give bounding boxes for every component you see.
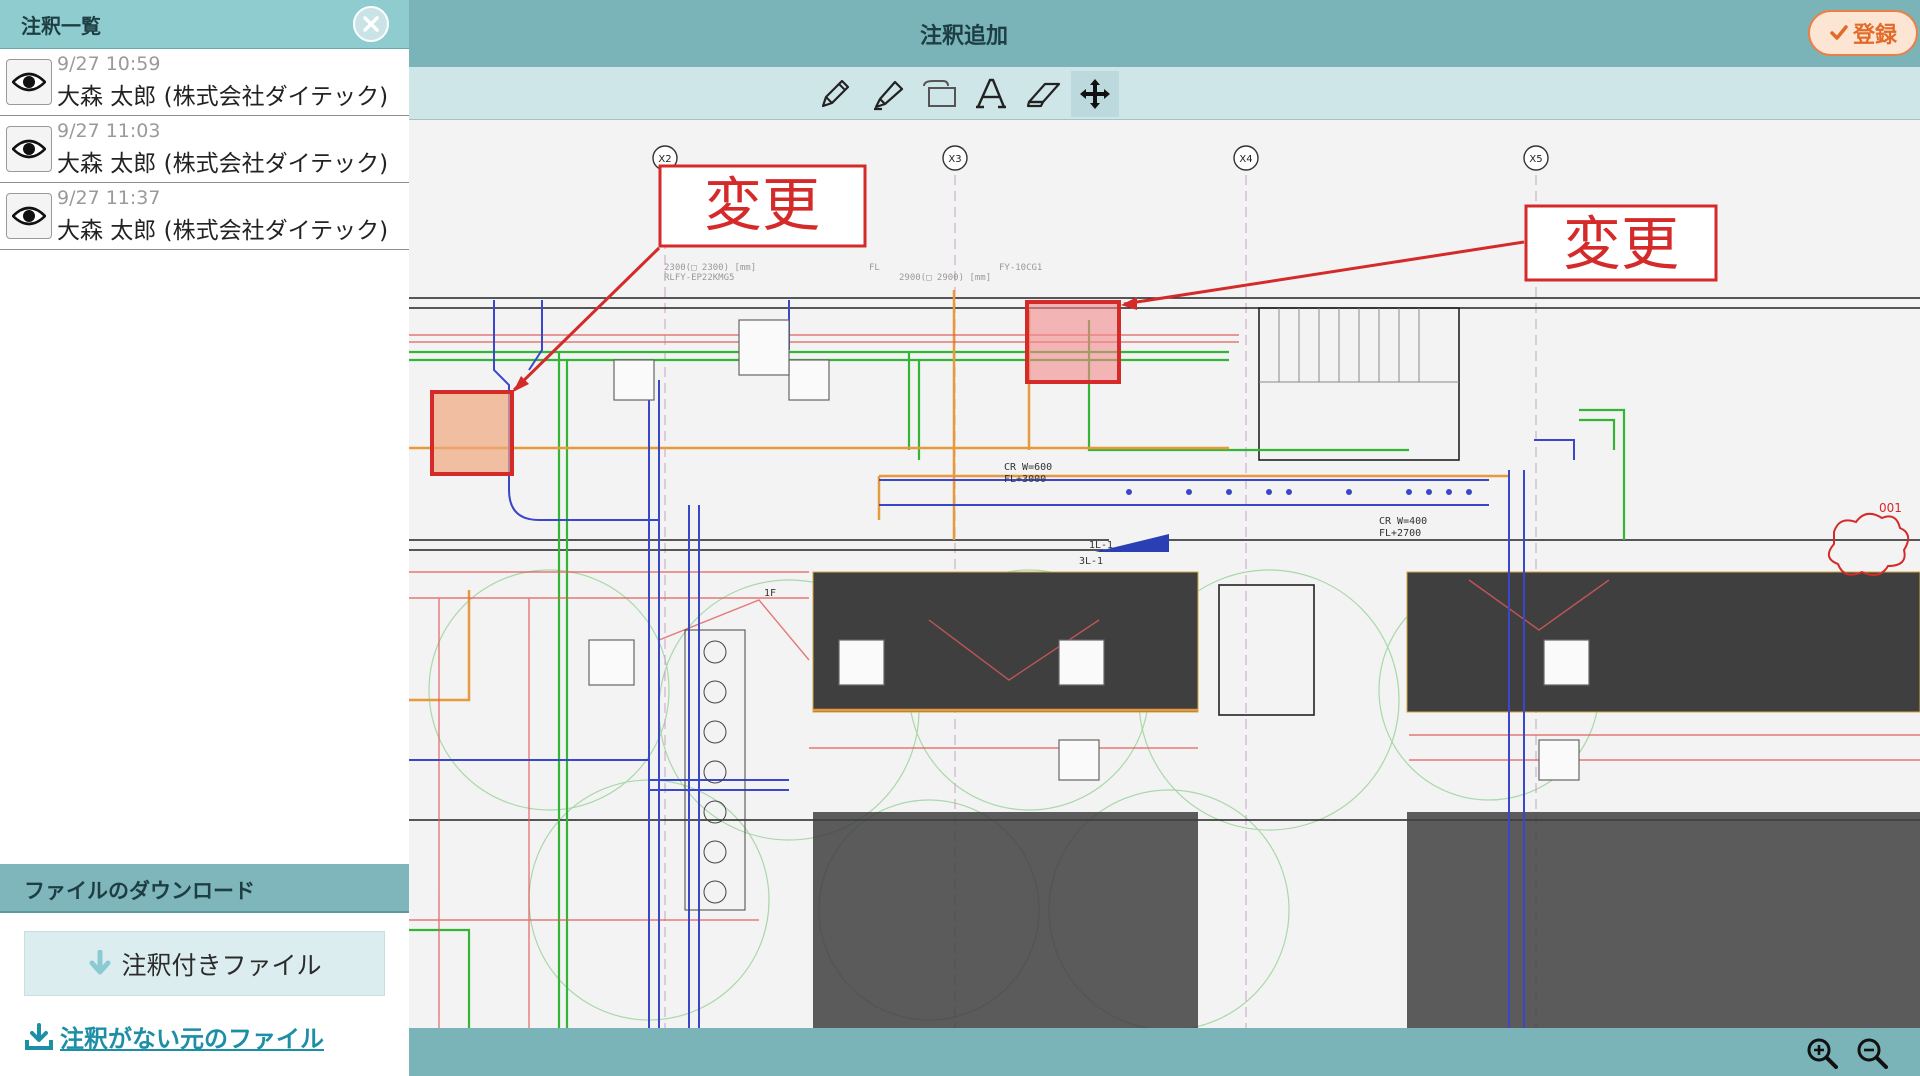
eye-icon — [12, 206, 46, 226]
close-circle-icon — [363, 16, 379, 32]
eraser-tool[interactable] — [1019, 71, 1067, 117]
zoom-out-icon — [1857, 1038, 1888, 1069]
annotation-author: 大森 太郎 (株式会社ダイテック) — [57, 151, 389, 177]
marker-tool[interactable] — [864, 71, 912, 117]
annotation-highlight-right[interactable] — [1025, 300, 1121, 384]
editor-header: 注釈追加 登録 — [409, 0, 1920, 67]
eye-button[interactable] — [6, 59, 52, 105]
plan-label: FY-10CG1 — [999, 263, 1042, 273]
annotation-list: 9/27 10:59 大森 太郎 (株式会社ダイテック) 9/27 11:03 … — [0, 49, 409, 250]
annotation-list-title: 注釈一覧 — [21, 14, 101, 38]
annotation-text: 変更 — [1563, 210, 1679, 278]
move-icon — [1080, 79, 1110, 109]
text-tool[interactable] — [967, 71, 1015, 117]
callout-tool[interactable] — [915, 71, 963, 117]
download-original-file-link[interactable]: 注釈がない元のファイル — [24, 1019, 324, 1054]
annotation-highlight-left[interactable] — [430, 390, 514, 476]
page-title: 注釈追加 — [919, 24, 1008, 49]
plan-label: CR W=400 — [1379, 516, 1427, 527]
annotation-editor: 注釈追加 登録 X2 X3 X4 X5 CR W=600 FL+3000 CR … — [409, 0, 1920, 1076]
revision-cloud — [1827, 512, 1910, 576]
grid-label-x5: X5 — [1529, 154, 1542, 165]
download-annotated-label: 注釈付きファイル — [121, 950, 322, 980]
dark-room-right — [1407, 572, 1920, 712]
zoom-in-button[interactable] — [1805, 1036, 1839, 1070]
download-title: ファイルのダウンロード — [24, 879, 255, 903]
list-item[interactable]: 9/27 10:59 大森 太郎 (株式会社ダイテック) — [0, 49, 409, 116]
plan-label: FL+3000 — [1004, 474, 1046, 485]
register-button[interactable]: 登録 — [1808, 10, 1918, 56]
plan-label: 1F — [764, 588, 776, 599]
register-label: 登録 — [1852, 23, 1897, 48]
partition-lines — [1259, 308, 1459, 383]
drawing-canvas[interactable]: X2 X3 X4 X5 CR W=600 FL+3000 CR W=400 FL… — [409, 120, 1920, 1028]
zoom-bar — [409, 1028, 1920, 1076]
download-header: ファイルのダウンロード — [0, 864, 409, 913]
close-button[interactable] — [353, 6, 389, 42]
fan-coil-units — [684, 629, 746, 911]
annotation-time: 9/27 10:59 — [57, 53, 161, 75]
dark-room-bottom-right — [1407, 812, 1920, 1028]
drawing-toolbar — [409, 67, 1920, 120]
dark-room-bottom-left — [813, 812, 1198, 1028]
callout-icon — [923, 80, 956, 107]
list-item[interactable]: 9/27 11:03 大森 太郎 (株式会社ダイテック) — [0, 116, 409, 183]
download-icon — [25, 1022, 53, 1050]
annotation-author: 大森 太郎 (株式会社ダイテック) — [57, 84, 389, 110]
annotation-time: 9/27 11:03 — [57, 120, 161, 142]
annotation-author: 大森 太郎 (株式会社ダイテック) — [57, 218, 389, 244]
grid-label-x3: X3 — [948, 154, 961, 165]
annotation-text: 変更 — [704, 171, 820, 239]
plan-label: FL+2700 — [1379, 528, 1421, 539]
eye-button[interactable] — [6, 126, 52, 172]
eye-icon — [12, 139, 46, 159]
annotation-sidebar: 注釈一覧 9/27 10:59 大森 太郎 (株式会社ダイテック) 9/27 1… — [0, 0, 409, 1076]
plan-label: RLFY-EP22KMG5 — [664, 273, 734, 283]
arrow-down-icon — [89, 949, 111, 974]
list-item[interactable]: 9/27 11:37 大森 太郎 (株式会社ダイテック) — [0, 183, 409, 250]
grid-label-x2: X2 — [658, 154, 671, 165]
download-original-label: 注釈がない元のファイル — [60, 1025, 324, 1053]
plan-label: FL — [869, 263, 880, 273]
plan-label: CR W=600 — [1004, 462, 1052, 473]
floor-plan-drawing[interactable]: X2 X3 X4 X5 CR W=600 FL+3000 CR W=400 FL… — [409, 120, 1920, 1028]
zoom-in-icon — [1807, 1038, 1838, 1069]
download-annotated-file-button[interactable]: 注釈付きファイル — [24, 931, 385, 996]
plan-label: 3L-1 — [1079, 556, 1103, 567]
zoom-out-button[interactable] — [1855, 1036, 1889, 1070]
annotation-time: 9/27 11:37 — [57, 187, 161, 209]
eye-icon — [12, 72, 46, 92]
plan-label: 2900(□ 2900) [mm] — [899, 273, 991, 283]
text-icon — [976, 78, 1006, 109]
eye-button[interactable] — [6, 193, 52, 239]
eraser-icon — [1026, 82, 1061, 108]
grid-label-x4: X4 — [1239, 154, 1252, 165]
annotation-arrow-right[interactable] — [1123, 240, 1525, 306]
annotation-list-header: 注釈一覧 — [0, 0, 409, 49]
pencil-tool[interactable] — [811, 71, 859, 117]
plan-label: 2300(□ 2300) [mm] — [664, 263, 756, 273]
check-icon — [1830, 25, 1848, 40]
move-tool[interactable] — [1071, 71, 1119, 117]
marker-icon — [874, 80, 904, 111]
plan-label: 001 — [1879, 501, 1902, 515]
blue-junction-dots — [1126, 489, 1472, 495]
pencil-icon — [821, 79, 850, 108]
